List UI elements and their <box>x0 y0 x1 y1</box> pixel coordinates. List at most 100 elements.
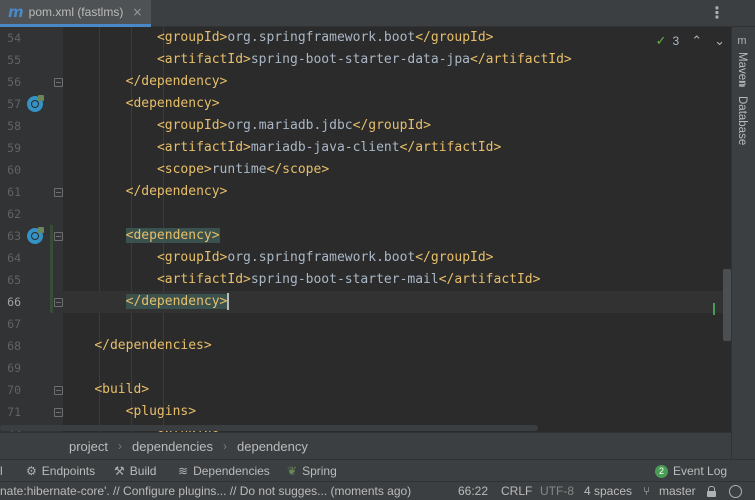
gutter-line: 65 <box>0 269 63 291</box>
code-line[interactable]: <dependency> <box>63 93 731 115</box>
fold-toggle-icon[interactable] <box>54 188 63 197</box>
xml-close-tag: </groupId> <box>352 118 431 133</box>
more-options-icon[interactable]: ⋮ <box>709 5 725 21</box>
fold-toggle-icon[interactable] <box>54 232 63 241</box>
breadcrumb-item-dependencies[interactable]: dependencies <box>132 439 213 454</box>
inspector-face-icon[interactable] <box>729 485 742 498</box>
breadcrumb: project › dependencies › dependency <box>0 432 731 459</box>
line-number: 56 <box>7 75 21 89</box>
chevron-down-icon[interactable]: ⌄ <box>714 33 725 49</box>
line-number: 62 <box>7 207 21 221</box>
maven-file-icon: m <box>8 3 24 21</box>
inspection-widget[interactable]: ✓ 3 ⌃ ⌄ <box>656 33 725 49</box>
dependency-gutter-icon[interactable] <box>27 95 44 112</box>
inspection-count: 3 <box>672 34 680 48</box>
build-hammer-icon: ⚒ <box>114 464 125 478</box>
scroll-marker[interactable] <box>713 303 715 315</box>
line-number: 71 <box>7 405 21 419</box>
code-editor[interactable]: 54555657585960616263646566676869707172 <… <box>0 27 731 432</box>
line-separator[interactable]: CRLF <box>501 482 532 500</box>
xml-open-tag: <dependency> <box>125 96 220 111</box>
code-line[interactable]: <artifactId>mariadb-java-client</artifac… <box>63 137 731 159</box>
dependency-gutter-icon[interactable] <box>27 227 44 244</box>
caret-position[interactable]: 66:22 <box>458 482 488 500</box>
tool-window-endpoints[interactable]: ⚙ Endpoints <box>26 460 95 482</box>
code-line[interactable]: </dependency> <box>63 291 731 313</box>
vertical-scrollbar[interactable] <box>723 269 731 341</box>
tab-pom-xml[interactable]: m pom.xml (fastlms) × <box>0 0 151 27</box>
line-number: 55 <box>7 53 21 67</box>
xml-open-tag: <groupId> <box>156 30 228 45</box>
code-line[interactable]: </dependency> <box>63 71 731 93</box>
close-icon[interactable]: × <box>132 5 142 19</box>
xml-close-tag: </artifactId> <box>470 52 572 67</box>
database-tool-button[interactable]: ≡ Database <box>736 79 748 145</box>
fold-toggle-icon[interactable] <box>54 386 63 395</box>
editor-tab-bar: m pom.xml (fastlms) × ⋮ <box>0 0 755 27</box>
code-line[interactable] <box>63 203 731 225</box>
xml-text-value: mariadb-java-client <box>250 140 400 155</box>
tool-window-bar: l ⚙ Endpoints ⚒ Build ≋ Dependencies ❦ S… <box>0 459 755 481</box>
xml-close-tag: </dependencies> <box>94 338 212 353</box>
lock-icon[interactable] <box>707 486 716 497</box>
code-line[interactable]: <groupId>org.mariadb.jdbc</groupId> <box>63 115 731 137</box>
gutter-line: 54 <box>0 27 63 49</box>
code-line[interactable]: <build> <box>63 379 731 401</box>
xml-text-value: org.springframework.boot <box>227 250 416 265</box>
code-line[interactable]: <plugins> <box>63 401 731 423</box>
code-area[interactable]: <groupId> org.springframework.boot </group… <box>63 27 731 432</box>
code-line[interactable] <box>63 313 731 335</box>
status-message[interactable]: nate:hibernate-core'. // Configure plugi… <box>0 482 411 500</box>
horizontal-scrollbar[interactable] <box>0 425 538 431</box>
xml-text-value: org.mariadb.jdbc <box>227 118 353 133</box>
tool-window-dependencies[interactable]: ≋ Dependencies <box>178 460 270 482</box>
chevron-right-icon: › <box>118 439 123 453</box>
code-line[interactable]: <groupId>org.springframework.boot</group… <box>63 27 731 49</box>
fold-toggle-icon[interactable] <box>54 298 63 307</box>
vcs-branch[interactable]: master <box>659 482 696 500</box>
code-line[interactable]: </dependency> <box>63 181 731 203</box>
line-number: 57 <box>7 97 21 111</box>
code-line[interactable]: <scope>runtime</scope> <box>63 159 731 181</box>
tool-window-spring[interactable]: ❦ Spring <box>287 460 337 482</box>
gutter-line: 67 <box>0 313 63 335</box>
xml-close-tag: </artifactId> <box>399 140 502 155</box>
fold-toggle-icon[interactable] <box>54 408 63 417</box>
database-icon: ≡ <box>738 79 746 91</box>
tool-window-event-log[interactable]: 2 Event Log <box>655 460 727 482</box>
tool-window-build[interactable]: ⚒ Build <box>114 460 156 482</box>
indent-setting[interactable]: 4 spaces <box>584 482 632 500</box>
fold-toggle-icon[interactable] <box>54 78 63 87</box>
code-line[interactable]: <dependency> <box>63 225 731 247</box>
xml-text-value: spring-boot-starter-data-jpa <box>250 52 471 67</box>
chevron-up-icon[interactable]: ⌃ <box>691 33 702 49</box>
code-line[interactable] <box>63 357 731 379</box>
gutter-line: 55 <box>0 49 63 71</box>
line-number: 66 <box>7 295 21 309</box>
breadcrumb-item-project[interactable]: project <box>69 439 108 454</box>
file-encoding[interactable]: UTF-8 <box>540 482 574 500</box>
xml-open-tag: <dependency> <box>125 228 220 243</box>
code-line[interactable]: <artifactId>spring-boot-starter-data-jpa… <box>63 49 731 71</box>
line-number: 61 <box>7 185 21 199</box>
code-line[interactable]: <groupId>org.springframework.boot</group… <box>63 247 731 269</box>
code-line[interactable]: <artifactId>spring-boot-starter-mail</ar… <box>63 269 731 291</box>
tool-window-partial[interactable]: l <box>0 460 3 482</box>
line-number: 63 <box>7 229 21 243</box>
breadcrumb-item-dependency[interactable]: dependency <box>237 439 308 454</box>
xml-open-tag: <build> <box>94 382 150 397</box>
code-line[interactable]: </dependencies> <box>63 335 731 357</box>
